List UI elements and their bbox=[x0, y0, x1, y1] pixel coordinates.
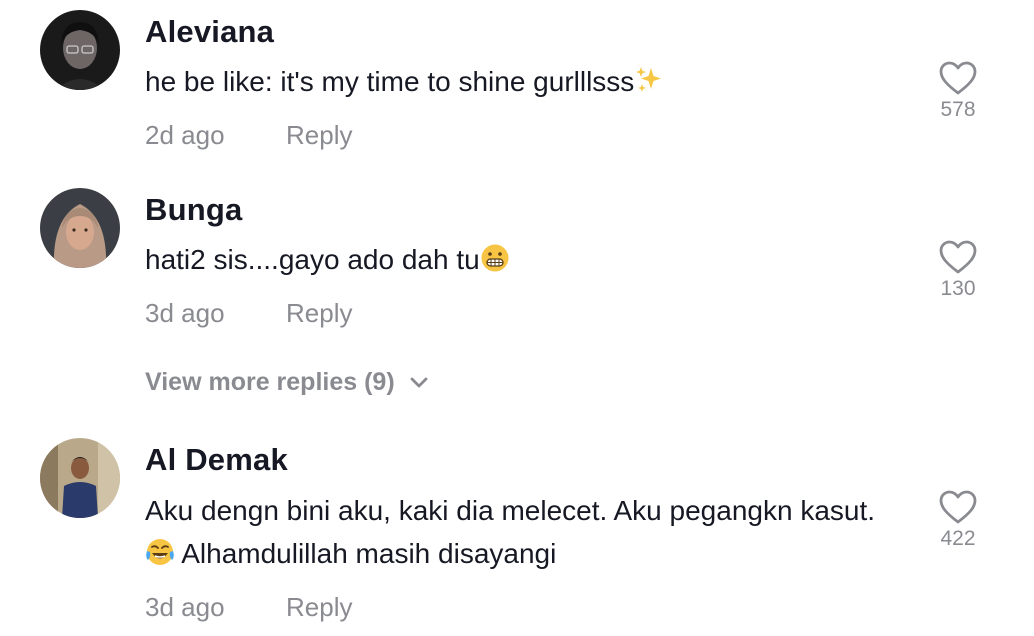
heart-icon[interactable] bbox=[938, 489, 978, 525]
like-button[interactable]: 130 bbox=[928, 239, 988, 301]
comment-username[interactable]: Al Demak bbox=[145, 442, 288, 478]
reply-button[interactable]: Reply bbox=[286, 592, 352, 623]
avatar[interactable] bbox=[40, 438, 120, 518]
comment-meta: 2d ago Reply bbox=[145, 120, 352, 151]
comment-meta: 3d ago Reply bbox=[145, 592, 352, 623]
view-more-replies-label: View more replies (9) bbox=[145, 368, 395, 396]
heart-icon[interactable] bbox=[938, 239, 978, 275]
like-count: 130 bbox=[940, 277, 976, 300]
comment-text-before: Aku dengn bini aku, kaki dia melecet. Ak… bbox=[145, 495, 876, 526]
like-button[interactable]: 422 bbox=[928, 489, 988, 551]
avatar[interactable] bbox=[40, 188, 120, 268]
comment-text-after: Alhamdulillah masih disayangi bbox=[181, 538, 557, 569]
comment-text: he be like: it's my time to shine gurlll… bbox=[145, 60, 905, 107]
comment-text-content: hati2 sis....gayo ado dah tu bbox=[145, 244, 480, 275]
reply-button[interactable]: Reply bbox=[286, 120, 352, 151]
like-button[interactable]: 578 bbox=[928, 60, 988, 122]
chevron-down-icon bbox=[410, 377, 428, 388]
avatar[interactable] bbox=[40, 10, 120, 90]
comment-meta: 3d ago Reply bbox=[145, 298, 352, 329]
comment-text: Aku dengn bini aku, kaki dia melecet. Ak… bbox=[145, 489, 905, 579]
comment-username[interactable]: Bunga bbox=[145, 192, 242, 228]
comment-username[interactable]: Aleviana bbox=[145, 14, 274, 50]
like-count: 422 bbox=[940, 527, 976, 550]
sparkles-emoji-icon bbox=[634, 64, 664, 107]
face-with-tears-of-joy-emoji-icon bbox=[145, 536, 175, 579]
grimacing-face-emoji-icon bbox=[480, 242, 510, 285]
comment-time: 3d ago bbox=[145, 298, 225, 328]
view-more-replies-button[interactable]: View more replies (9) bbox=[145, 368, 429, 397]
comment-text: hati2 sis....gayo ado dah tu bbox=[145, 238, 905, 285]
heart-icon[interactable] bbox=[938, 60, 978, 96]
comment-time: 3d ago bbox=[145, 592, 225, 622]
like-count: 578 bbox=[940, 98, 976, 121]
reply-button[interactable]: Reply bbox=[286, 298, 352, 329]
comment-text-content: he be like: it's my time to shine gurlll… bbox=[145, 66, 635, 97]
comment-time: 2d ago bbox=[145, 120, 225, 150]
